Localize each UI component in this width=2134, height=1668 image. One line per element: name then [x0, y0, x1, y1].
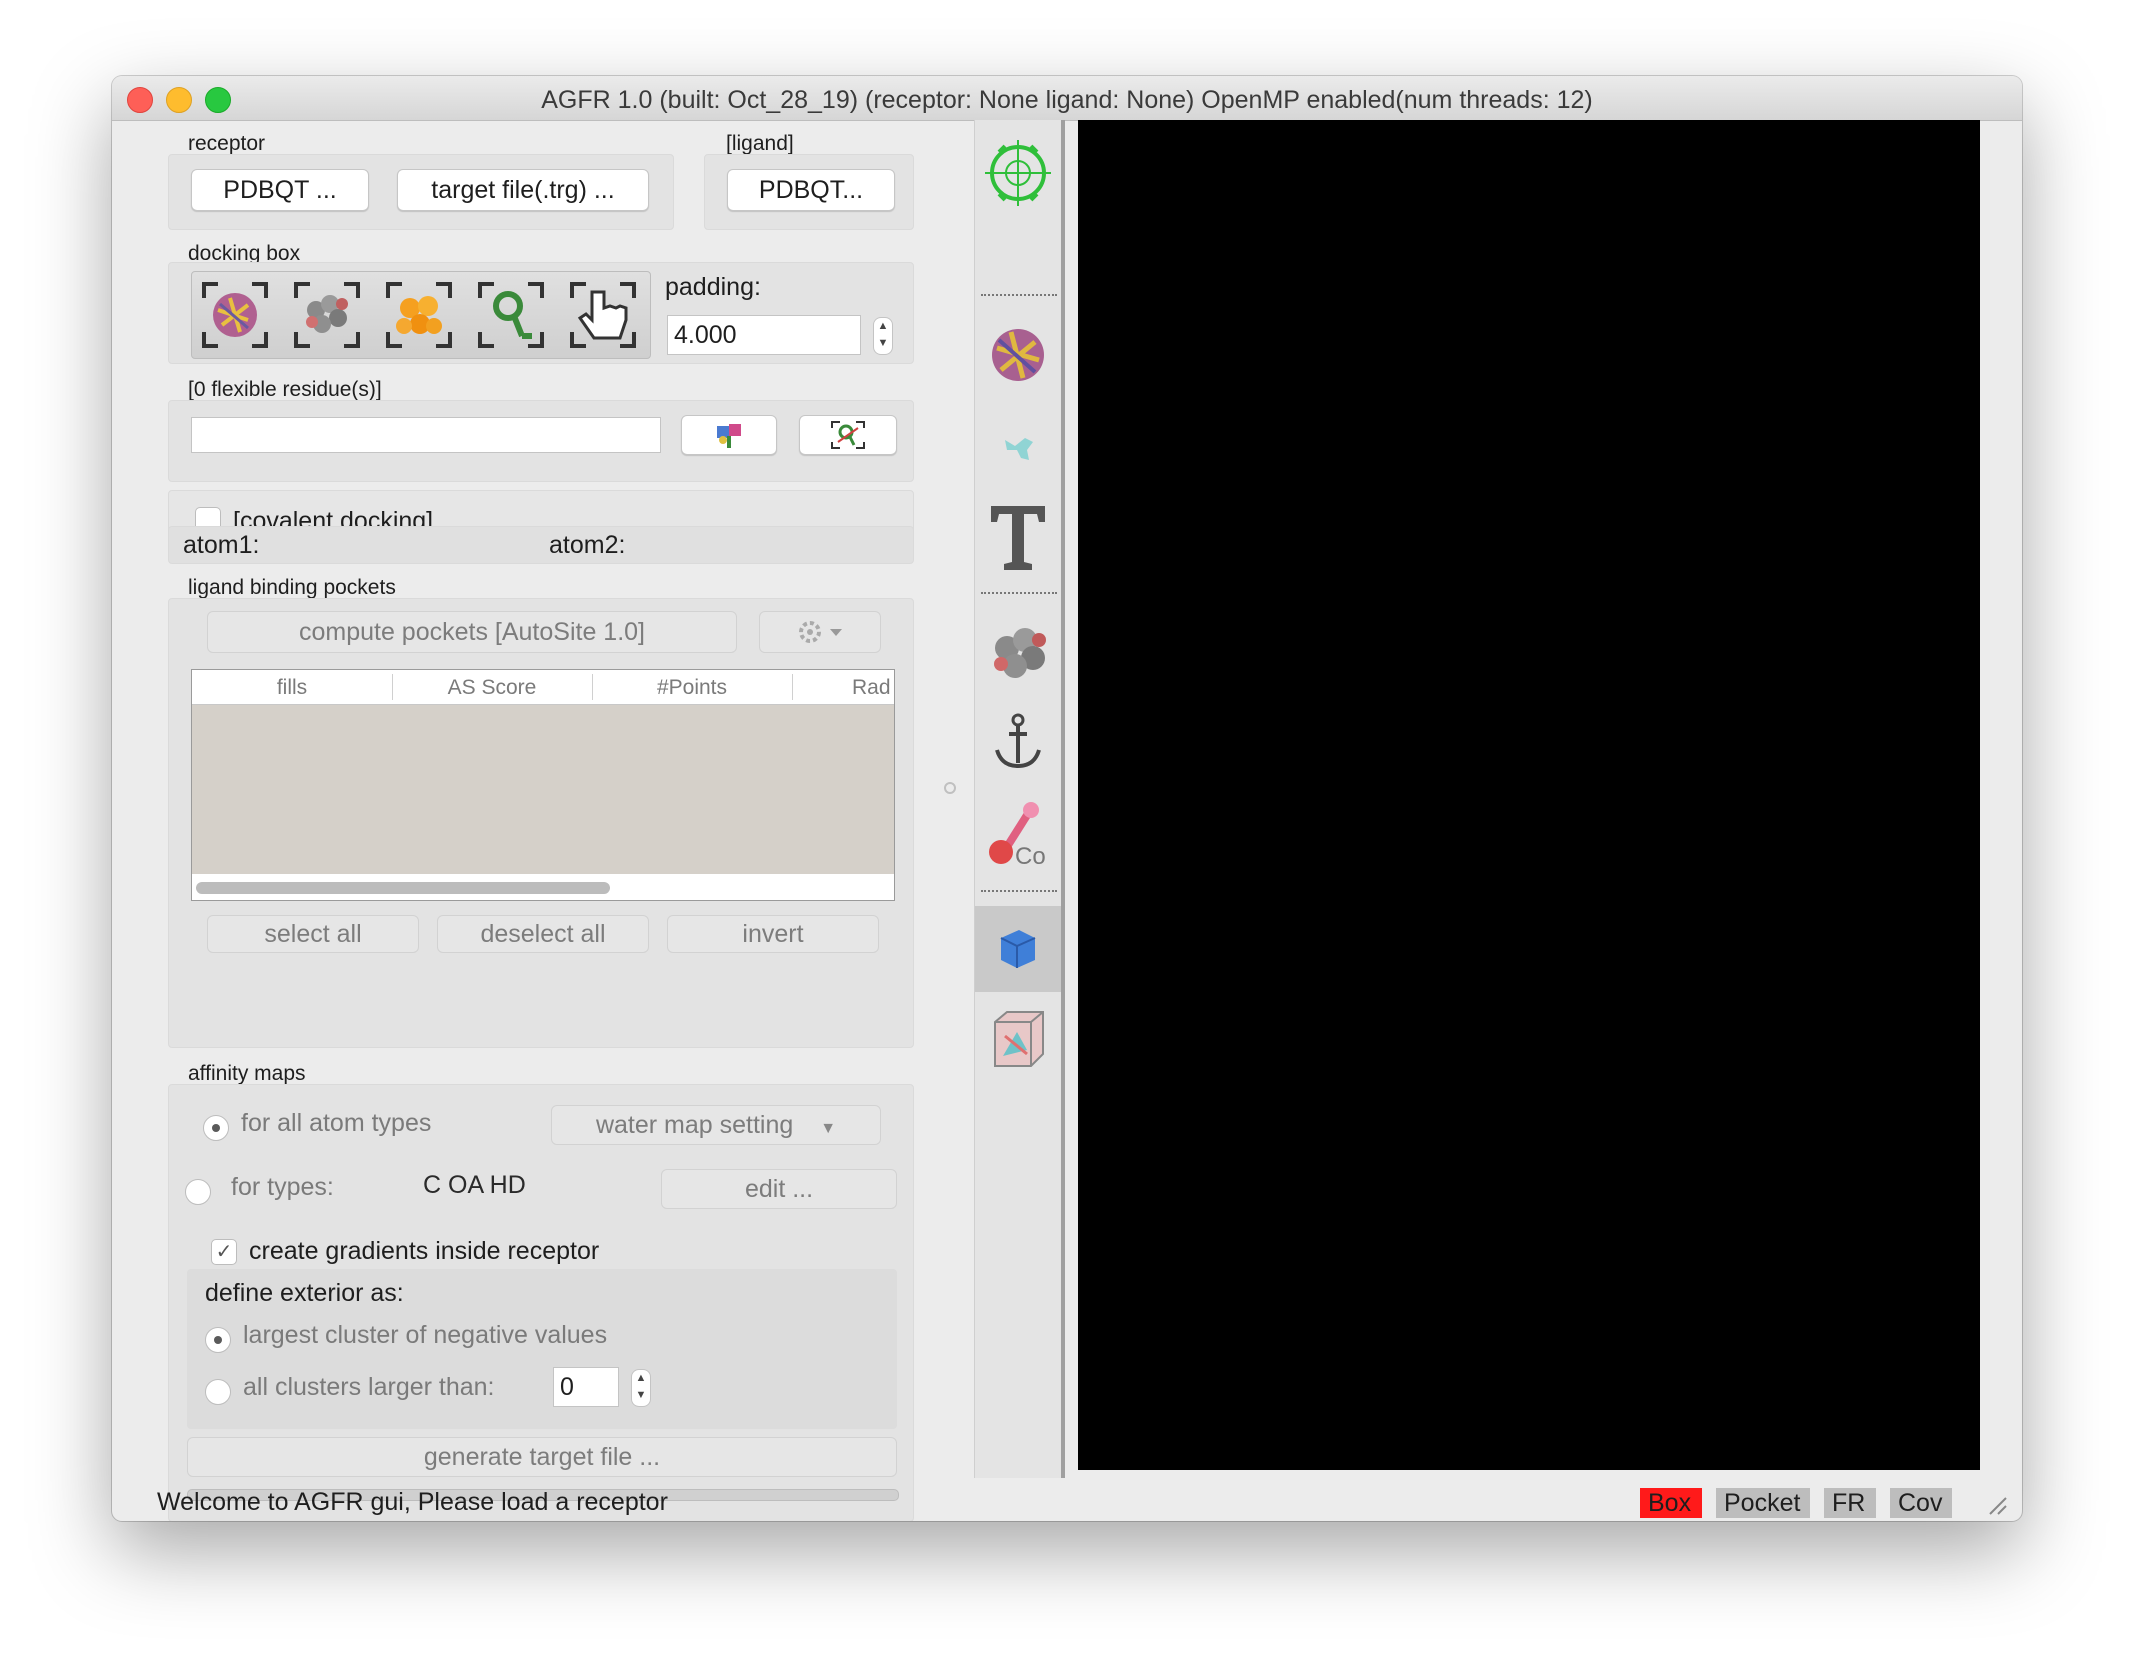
text-icon[interactable]: [975, 492, 1061, 578]
pockets-hscroll-thumb[interactable]: [196, 882, 610, 894]
atoms-icon[interactable]: [975, 610, 1061, 696]
center-view-icon[interactable]: [975, 130, 1061, 216]
status-tag-fr: FR: [1824, 1488, 1876, 1518]
exterior-group: define exterior as: largest cluster of n…: [187, 1269, 897, 1429]
atom2-label: atom2:: [549, 531, 626, 559]
water-map-label: water map setting: [595, 1111, 794, 1139]
col-rad[interactable]: Rad: [852, 676, 891, 700]
edit-types-button[interactable]: edit ...: [661, 1169, 897, 1209]
status-tag-cov: Cov: [1890, 1488, 1952, 1518]
types-value: C OA HD: [423, 1171, 526, 1199]
generate-target-button[interactable]: generate target file ...: [187, 1437, 897, 1477]
status-tag-box: Box: [1640, 1488, 1702, 1518]
pockets-group: compute pockets [AutoSite 1.0] fills AS …: [168, 598, 914, 1048]
receptor-pdbqt-button[interactable]: PDBQT ...: [191, 169, 369, 211]
status-message: Welcome to AGFR gui, Please load a recep…: [157, 1488, 668, 1516]
status-tag-pocket: Pocket: [1716, 1488, 1810, 1518]
padding-label: padding:: [665, 273, 761, 301]
pockets-label: ligand binding pockets: [188, 576, 396, 599]
docking-box-group: padding: 4.000 ▲ ▼: [168, 262, 914, 364]
receptor-group: PDBQT ... target file(.trg) ...: [168, 154, 674, 230]
ligand-pdbqt-button[interactable]: PDBQT...: [727, 169, 895, 211]
covalent-atoms-group: atom1: atom2:: [168, 526, 914, 564]
app-window: AGFR 1.0 (built: Oct_28_19) (receptor: N…: [112, 76, 2022, 1521]
title-bar: AGFR 1.0 (built: Oct_28_19) (receptor: N…: [112, 76, 2022, 121]
window-title: AGFR 1.0 (built: Oct_28_19) (receptor: N…: [541, 86, 1593, 114]
define-exterior-label: define exterior as:: [205, 1279, 404, 1307]
gradients-checkbox[interactable]: ✓: [211, 1239, 237, 1265]
pocket-settings-button[interactable]: [759, 611, 881, 653]
resize-grip-icon[interactable]: [1984, 1492, 2008, 1516]
receptor-label: receptor: [188, 132, 266, 155]
padding-input[interactable]: 4.000: [667, 315, 861, 355]
grid-icon[interactable]: [975, 996, 1061, 1082]
cluster-size-input[interactable]: 0: [553, 1367, 619, 1407]
all-clusters-label: all clusters larger than:: [243, 1373, 495, 1401]
gear-icon: [799, 621, 842, 643]
padding-stepper[interactable]: ▲ ▼: [873, 317, 893, 355]
pocket-box-icon[interactable]: [384, 280, 454, 350]
flexible-residues-group: [168, 400, 914, 482]
manual-box-icon[interactable]: [568, 280, 638, 350]
select-flex-residue-button[interactable]: [681, 415, 777, 455]
deselect-all-button[interactable]: deselect all: [437, 915, 649, 953]
largest-cluster-label: largest cluster of negative values: [243, 1321, 608, 1349]
select-all-button[interactable]: select all: [207, 915, 419, 953]
ligand-label: [ligand]: [726, 132, 794, 155]
pockets-hscroll-track: [192, 874, 894, 900]
viewer-toolbar: Co: [974, 120, 1061, 1478]
receptor-icon[interactable]: [975, 312, 1061, 398]
residue-box-icon[interactable]: [476, 280, 546, 350]
flexible-residues-input[interactable]: [191, 417, 661, 453]
dropdown-arrow-icon: ▼: [820, 1120, 837, 1137]
flexible-residues-label: [0 flexible residue(s)]: [188, 378, 382, 401]
for-types-radio[interactable]: [185, 1179, 211, 1205]
flex-residue-icon: [717, 424, 741, 448]
ligand-icon[interactable]: [975, 402, 1061, 488]
affinity-maps-label: affinity maps: [188, 1062, 306, 1085]
molecule-viewer[interactable]: [1078, 120, 1980, 1470]
box-icon[interactable]: [975, 906, 1061, 992]
flex-residue-box-icon: [831, 421, 865, 449]
ligand-box-icon[interactable]: [292, 280, 362, 350]
col-as-score[interactable]: AS Score: [392, 676, 592, 700]
cluster-size-stepper[interactable]: ▲ ▼: [631, 1369, 651, 1407]
col-points[interactable]: #Points: [592, 676, 792, 700]
box-tools-toolbar: [191, 271, 651, 359]
water-map-dropdown[interactable]: water map setting ▼: [551, 1105, 881, 1145]
all-atom-types-radio[interactable]: [203, 1115, 229, 1141]
svg-text:Co: Co: [1015, 843, 1046, 870]
pockets-table-header: fills AS Score #Points Rad: [192, 670, 894, 705]
toolbar-splitter[interactable]: [1061, 120, 1065, 1478]
all-clusters-radio[interactable]: [205, 1379, 231, 1405]
ligand-group: PDBQT...: [704, 154, 914, 230]
atom1-label: atom1:: [183, 531, 260, 559]
clear-flex-residue-button[interactable]: [799, 415, 897, 455]
invert-button[interactable]: invert: [667, 915, 879, 953]
gradients-label: create gradients inside receptor: [249, 1237, 600, 1265]
col-fills[interactable]: fills: [192, 676, 392, 700]
covalent-icon[interactable]: Co: [975, 790, 1061, 876]
target-file-button[interactable]: target file(.trg) ...: [397, 169, 649, 211]
receptor-box-icon[interactable]: [200, 280, 270, 350]
all-atom-types-label: for all atom types: [241, 1109, 432, 1137]
pockets-table: fills AS Score #Points Rad: [191, 669, 895, 901]
splitter-handle[interactable]: [944, 782, 956, 794]
largest-cluster-radio[interactable]: [205, 1327, 231, 1353]
for-types-label: for types:: [231, 1173, 334, 1201]
affinity-maps-group: for all atom types water map setting ▼ f…: [168, 1084, 914, 1521]
compute-pockets-button[interactable]: compute pockets [AutoSite 1.0]: [207, 611, 737, 653]
anchor-icon[interactable]: [975, 700, 1061, 786]
